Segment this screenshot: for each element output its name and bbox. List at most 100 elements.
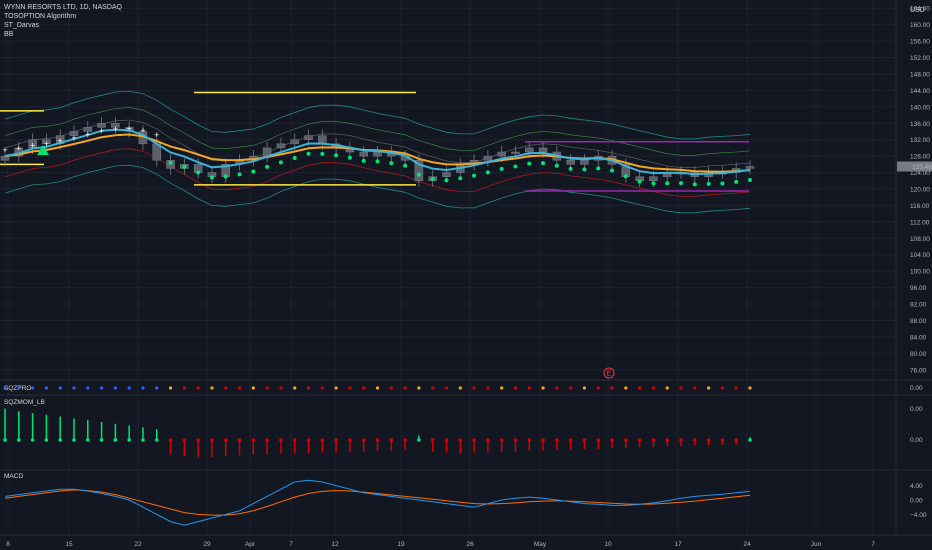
signal-dot	[734, 179, 739, 184]
momentum-zero-dot	[610, 438, 614, 442]
squeeze-dot	[348, 386, 352, 390]
momentum-zero-dot	[16, 438, 21, 442]
price-tick-label: 152.00	[910, 55, 930, 62]
signal-dot	[430, 176, 435, 181]
time-tick-label: Jun	[811, 541, 822, 548]
signal-dot	[637, 179, 642, 184]
indicator-label-tosoption[interactable]: TOSOPTION Algorithm	[4, 12, 76, 21]
time-tick-label: 22	[134, 541, 142, 548]
momentum-zero-dot	[85, 438, 90, 442]
momentum-zero-dot	[375, 438, 380, 442]
momentum-zero-dot	[430, 438, 435, 442]
indicator-label-bb[interactable]: BB	[4, 30, 13, 39]
symbol-title[interactable]: WYNN RESORTS LTD, 1D, NASDAQ	[4, 3, 122, 12]
candle-body	[359, 151, 368, 157]
plus-marker: +	[154, 130, 159, 140]
signal-dot	[347, 155, 352, 160]
signal-dot	[278, 160, 283, 165]
momentum-zero-dot	[154, 438, 159, 442]
currency-label: USD	[910, 7, 925, 14]
signal-dot	[209, 175, 214, 180]
candle-body	[290, 139, 299, 145]
plus-marker: +	[99, 126, 104, 136]
squeeze-dot	[155, 386, 159, 390]
squeeze-dot	[486, 386, 490, 390]
price-tick-label: 92.00	[910, 302, 927, 309]
candle-body	[745, 166, 755, 169]
plus-marker: +	[16, 143, 21, 153]
squeeze-dot	[86, 386, 90, 390]
signal-dot	[679, 181, 684, 186]
signal-dot	[334, 153, 339, 158]
squeeze-dot	[472, 386, 476, 390]
price-tick-label: 128.00	[910, 154, 930, 161]
price-tick-label: 160.00	[910, 22, 930, 29]
signal-dot	[720, 181, 725, 186]
squeeze-dot	[596, 386, 600, 390]
plus-marker: +	[58, 136, 63, 146]
squeeze-dot	[707, 386, 711, 390]
momentum-zero-dot	[417, 438, 421, 442]
plus-marker: +	[71, 133, 76, 143]
squeeze-dot	[500, 386, 504, 390]
momentum-zero-dot	[403, 438, 407, 442]
indicator-label-darvas[interactable]: ST_Darvas	[4, 21, 39, 30]
momentum-zero-dot	[237, 438, 242, 442]
time-tick-label: 15	[65, 541, 73, 548]
sqzmom-tick-label: 0.00	[910, 406, 923, 413]
candle-body	[511, 151, 520, 154]
squeeze-dot	[58, 386, 62, 390]
candle-body	[373, 151, 382, 157]
plus-marker: +	[44, 139, 49, 149]
squeeze-dot	[196, 386, 200, 390]
price-tick-label: 120.00	[910, 187, 930, 194]
plus-marker: +	[127, 123, 132, 133]
sqzpro-tick-label: 0.00	[910, 385, 923, 392]
squeeze-dot	[224, 386, 228, 390]
momentum-zero-dot	[210, 438, 214, 442]
signal-dot	[499, 166, 504, 171]
plus-marker: +	[30, 141, 35, 151]
signal-dot	[223, 174, 228, 179]
time-tick-label: 19	[397, 541, 405, 548]
signal-dot	[582, 167, 587, 172]
momentum-zero-dot	[265, 438, 269, 442]
squeeze-dot	[251, 386, 255, 390]
momentum-zero-dot	[541, 438, 545, 442]
squeeze-dot	[734, 386, 738, 390]
squeeze-dot	[320, 386, 324, 390]
candle-body	[566, 159, 575, 165]
momentum-zero-dot	[113, 438, 118, 442]
macd-tick-label: 4.00	[910, 483, 923, 490]
signal-dot	[610, 168, 615, 173]
price-tick-label: 84.00	[910, 334, 927, 341]
signal-dot	[651, 181, 656, 186]
momentum-zero-dot	[693, 438, 697, 442]
momentum-zero-dot	[472, 438, 476, 442]
price-tick-label: 132.00	[910, 137, 930, 144]
momentum-zero-dot	[706, 438, 711, 442]
squeeze-dot	[693, 386, 697, 390]
time-tick-label: 29	[203, 541, 211, 548]
squeeze-dot	[72, 386, 76, 390]
candle-body	[304, 135, 313, 140]
candle-body	[538, 147, 548, 153]
squeeze-dot	[555, 386, 559, 390]
squeeze-dot	[306, 386, 311, 390]
momentum-zero-dot	[651, 438, 656, 442]
signal-dot	[568, 166, 573, 171]
squeeze-dot	[513, 386, 518, 390]
candle-body	[318, 135, 327, 145]
signal-dot	[320, 151, 325, 156]
last-price-label: 125.48	[912, 164, 932, 171]
squeeze-dot	[99, 386, 104, 390]
squeeze-dot	[168, 386, 173, 390]
price-tick-label: 88.00	[910, 318, 927, 325]
momentum-zero-dot	[513, 438, 518, 442]
squeeze-dot	[527, 386, 531, 390]
signal-dot	[623, 174, 628, 179]
macd-signal-line	[4, 489, 751, 516]
squeeze-dot	[334, 386, 338, 390]
chart-canvas[interactable]: 164.00160.00156.00152.00148.00144.00140.…	[0, 0, 932, 550]
squeeze-dot	[3, 386, 7, 390]
